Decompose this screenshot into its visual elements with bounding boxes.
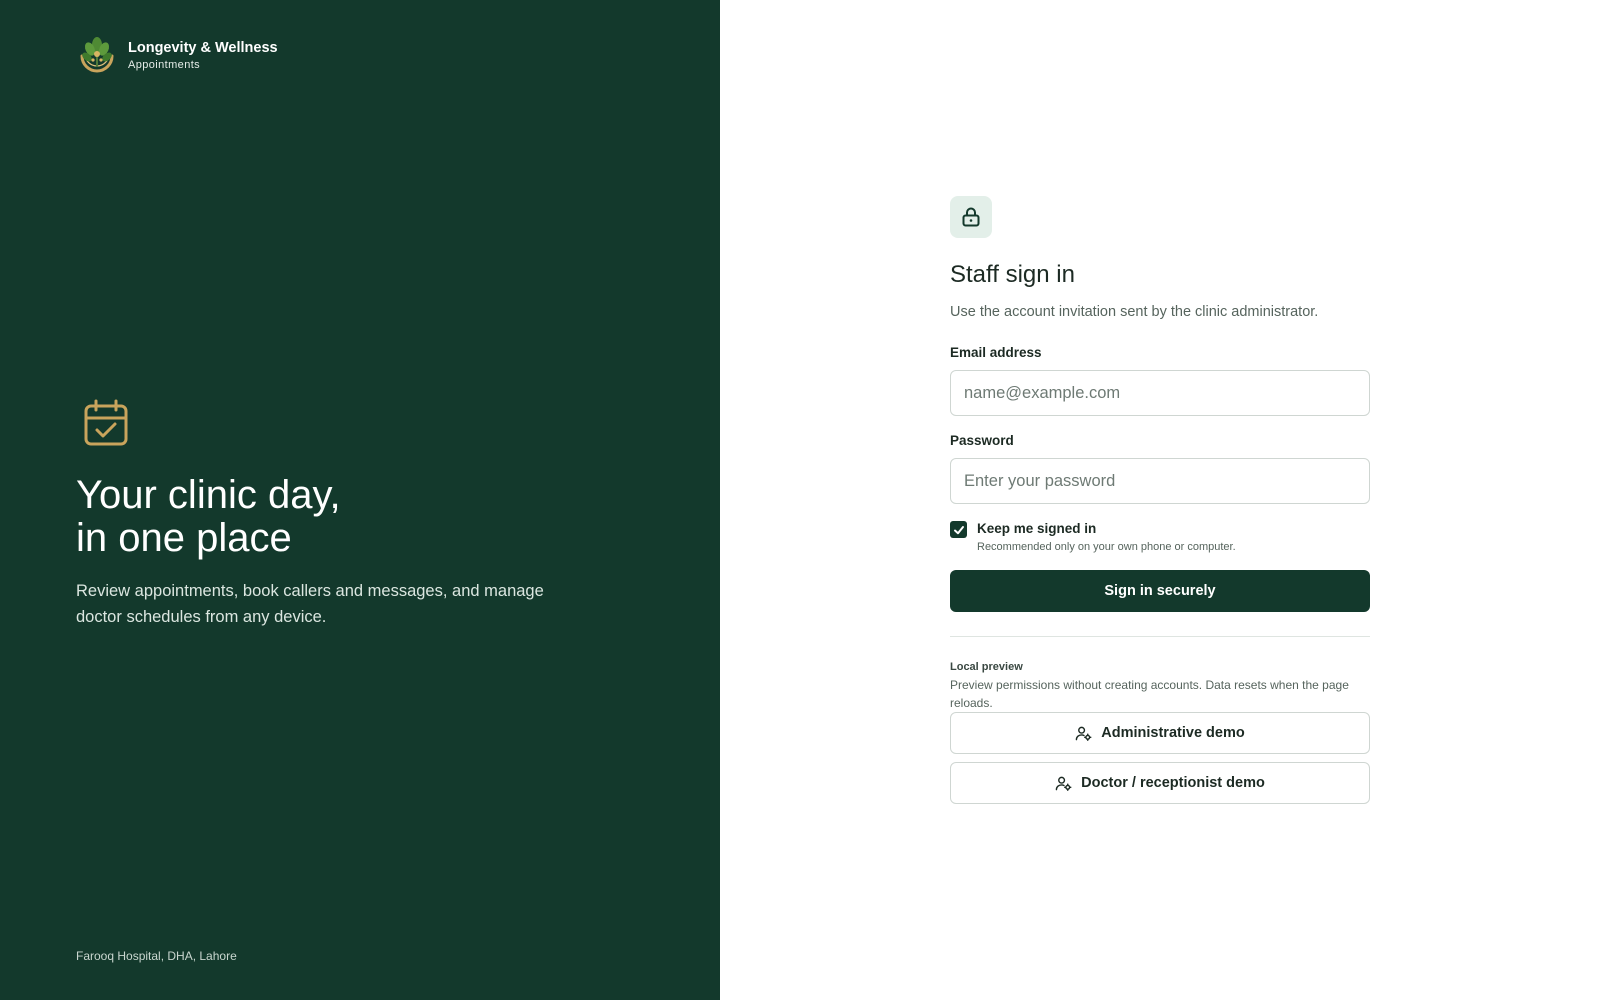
keep-signed-in-checkbox[interactable]: [950, 521, 967, 538]
email-label: Email address: [950, 345, 1042, 360]
footer-location: Farooq Hospital, DHA, Lahore: [76, 949, 237, 963]
hero-title-line-1: Your clinic day,: [76, 473, 341, 517]
administrative-demo-label: Administrative demo: [1101, 725, 1245, 741]
form-title: Staff sign in: [950, 261, 1075, 288]
email-field[interactable]: [950, 370, 1370, 416]
hero-panel: Longevity & Wellness Appointments Your c…: [0, 0, 720, 1000]
administrative-demo-button[interactable]: Administrative demo: [950, 712, 1370, 754]
sign-in-panel: Staff sign in Use the account invitation…: [720, 0, 1600, 1000]
user-gear-icon: [1075, 726, 1092, 741]
password-label: Password: [950, 433, 1014, 448]
brand-name: Longevity & Wellness: [128, 39, 278, 56]
keep-signed-in-label: Keep me signed in: [977, 521, 1097, 536]
sign-in-button[interactable]: Sign in securely: [950, 570, 1370, 612]
brand: Longevity & Wellness Appointments: [76, 34, 278, 76]
keep-signed-in-text: Keep me signed in Recommended only on yo…: [977, 520, 1236, 554]
clinic-logo: [80, 37, 114, 73]
divider: [950, 636, 1370, 637]
user-gear-icon: [1055, 776, 1072, 791]
brand-text: Longevity & Wellness Appointments: [128, 39, 278, 72]
lock-icon: [962, 207, 980, 227]
doctor-receptionist-demo-button[interactable]: Doctor / receptionist demo: [950, 762, 1370, 804]
calendar-check-icon: [84, 399, 128, 446]
local-preview-description: Preview permissions without creating acc…: [950, 678, 1349, 710]
hero-description: Review appointments, book callers and me…: [76, 582, 544, 626]
doctor-receptionist-demo-label: Doctor / receptionist demo: [1081, 775, 1265, 791]
sign-in-form: Staff sign in Use the account invitation…: [950, 196, 1370, 804]
hero-title-line-2: in one place: [76, 516, 292, 560]
lock-badge: [950, 196, 992, 238]
form-subtitle: Use the account invitation sent by the c…: [950, 304, 1319, 320]
hero-title: Your clinic day, in one place: [76, 474, 341, 560]
password-field[interactable]: [950, 458, 1370, 504]
checkmark-icon: [953, 525, 964, 534]
keep-signed-in: Keep me signed in Recommended only on yo…: [950, 520, 1370, 554]
brand-subtitle: Appointments: [128, 58, 201, 71]
keep-signed-in-hint: Recommended only on your own phone or co…: [977, 541, 1236, 553]
local-preview-title: Local preview: [950, 661, 1023, 673]
